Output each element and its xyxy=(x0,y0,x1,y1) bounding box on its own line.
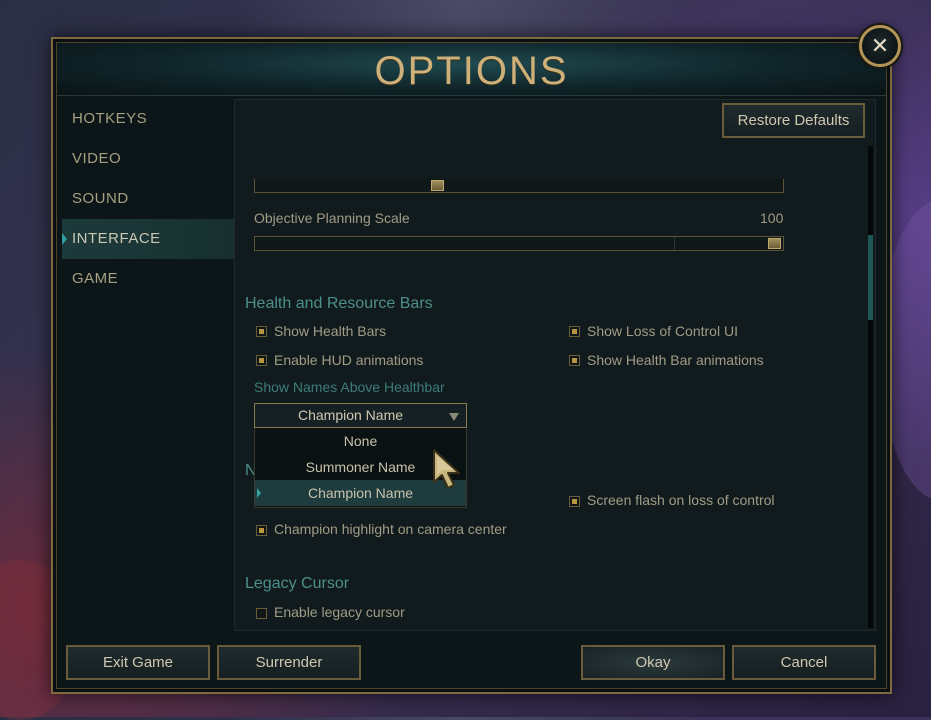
exit-game-button[interactable]: Exit Game xyxy=(66,645,210,680)
show-names-dropdown[interactable]: Champion Name xyxy=(254,403,467,428)
scrollbar-track[interactable] xyxy=(868,146,873,628)
show-health-bar-animations-label[interactable]: Show Health Bar animations xyxy=(587,352,764,368)
restore-defaults-button[interactable]: Restore Defaults xyxy=(722,103,865,138)
show-health-bars-label[interactable]: Show Health Bars xyxy=(274,323,386,339)
okay-button[interactable]: Okay xyxy=(581,645,725,680)
enable-legacy-cursor-checkbox[interactable] xyxy=(256,608,267,619)
slider-tick xyxy=(674,237,675,250)
enable-hud-animations-label[interactable]: Enable HUD animations xyxy=(274,352,423,368)
dropdown-selected-value: Champion Name xyxy=(297,407,404,423)
objective-planning-scale-value: 100 xyxy=(760,210,784,226)
sidebar-item-sound[interactable]: SOUND xyxy=(62,179,234,219)
options-window: OPTIONS HOTKEYS VIDEO SOUND INTERFACE GA… xyxy=(51,37,892,694)
cancel-button[interactable]: Cancel xyxy=(732,645,876,680)
sidebar-item-label: INTERFACE xyxy=(72,230,161,247)
enable-legacy-cursor-label[interactable]: Enable legacy cursor xyxy=(274,604,405,620)
slider-handle[interactable] xyxy=(430,180,444,191)
surrender-button[interactable]: Surrender xyxy=(217,645,361,680)
show-loss-of-control-checkbox[interactable] xyxy=(569,326,580,337)
window-header: OPTIONS xyxy=(57,43,886,96)
close-icon: ✕ xyxy=(870,33,890,59)
champion-highlight-checkbox[interactable] xyxy=(256,525,267,536)
objective-planning-scale-label: Objective Planning Scale xyxy=(254,210,410,226)
sidebar-item-label: GAME xyxy=(72,270,119,287)
mouse-cursor-icon xyxy=(433,449,460,489)
show-health-bars-checkbox[interactable] xyxy=(256,326,267,337)
show-health-bar-animations-checkbox[interactable] xyxy=(569,355,580,366)
scrollbar-thumb[interactable] xyxy=(868,235,873,320)
sidebar-item-interface[interactable]: INTERFACE xyxy=(62,219,234,259)
legacy-cursor-section-title: Legacy Cursor xyxy=(245,575,350,592)
chevron-down-icon xyxy=(449,413,459,421)
options-sidebar: HOTKEYS VIDEO SOUND INTERFACE GAME xyxy=(62,99,234,299)
slider-handle[interactable] xyxy=(768,238,781,249)
screen-flash-label[interactable]: Screen flash on loss of control xyxy=(587,492,775,508)
enable-hud-animations-checkbox[interactable] xyxy=(256,355,267,366)
sidebar-item-hotkeys[interactable]: HOTKEYS xyxy=(62,99,234,139)
health-bars-section-title: Health and Resource Bars xyxy=(245,295,433,312)
sidebar-item-video[interactable]: VIDEO xyxy=(62,139,234,179)
sidebar-item-label: HOTKEYS xyxy=(72,110,148,127)
sidebar-item-label: SOUND xyxy=(72,190,129,207)
show-names-above-healthbar-label: Show Names Above Healthbar xyxy=(254,379,445,395)
close-button[interactable]: ✕ xyxy=(859,25,901,67)
objective-planning-scale-slider[interactable] xyxy=(254,236,784,251)
show-loss-of-control-label[interactable]: Show Loss of Control UI xyxy=(587,323,738,339)
setting-slider[interactable] xyxy=(254,179,784,193)
screen-flash-checkbox[interactable] xyxy=(569,496,580,507)
champion-highlight-label[interactable]: Champion highlight on camera center xyxy=(274,521,507,537)
window-title: OPTIONS xyxy=(374,49,569,93)
settings-panel[interactable]: Restore Defaults Objective Planning Scal… xyxy=(234,99,876,631)
sidebar-item-game[interactable]: GAME xyxy=(62,259,234,299)
sidebar-item-label: VIDEO xyxy=(72,150,122,167)
